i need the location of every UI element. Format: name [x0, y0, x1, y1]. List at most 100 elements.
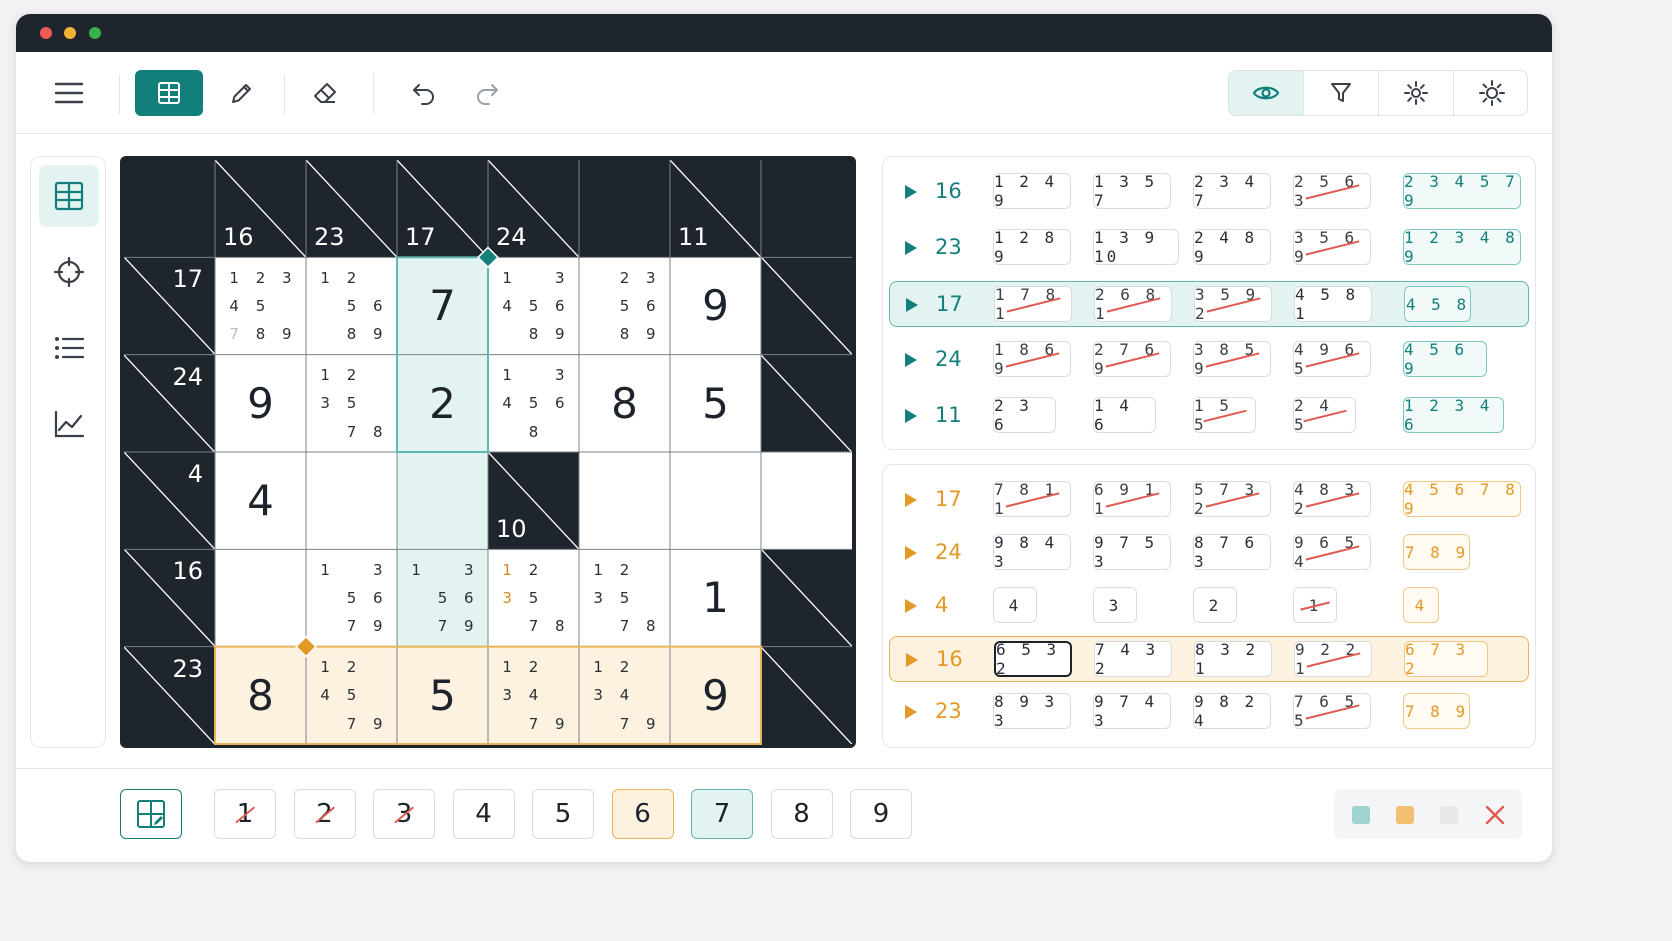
combination-chip[interactable]: 4 8 3 2	[1293, 481, 1371, 517]
combination-chip[interactable]: 1	[1293, 587, 1337, 623]
board-cell[interactable]: 1235 78	[488, 549, 579, 647]
menu-button[interactable]	[35, 70, 103, 116]
play-icon[interactable]	[906, 653, 918, 667]
number-key-7[interactable]: 7	[691, 789, 753, 839]
board-cell[interactable]: 8	[215, 646, 306, 744]
eraser-button[interactable]	[291, 70, 359, 116]
sidebar-target-button[interactable]	[39, 241, 99, 303]
board-cell[interactable]	[670, 452, 761, 550]
combination-chip[interactable]: 2 4 5	[1293, 397, 1356, 433]
board-cell[interactable]: 1234 79	[579, 646, 670, 744]
number-key-1[interactable]: 1	[214, 789, 276, 839]
combination-row[interactable]: 4 4 3 2 1 4	[889, 583, 1529, 629]
board-cell[interactable]: 1 3 45689	[488, 257, 579, 355]
combination-chip[interactable]: 9 8 4 3	[993, 534, 1071, 570]
undo-button[interactable]	[390, 70, 458, 116]
combination-chip[interactable]: 4 5 8 1	[1294, 286, 1372, 322]
combination-chip[interactable]: 2 3 4 7	[1193, 173, 1271, 209]
combination-chip[interactable]: 9 6 5 4	[1293, 534, 1371, 570]
board-cell[interactable]	[579, 452, 670, 550]
combination-chip[interactable]: 3	[1093, 587, 1137, 623]
play-icon[interactable]	[905, 241, 917, 255]
notes-mode-button[interactable]	[120, 789, 182, 839]
combination-chip[interactable]: 3 5 9 2	[1194, 286, 1272, 322]
combination-chip[interactable]: 1 8 6 9	[993, 341, 1071, 377]
combination-chip[interactable]: 4 9 6 5	[1293, 341, 1371, 377]
close-icon[interactable]	[1484, 804, 1506, 826]
play-icon[interactable]	[905, 546, 917, 560]
board-cell[interactable]: 4	[215, 452, 306, 550]
combination-chip[interactable]: 1 2 8 9	[993, 229, 1071, 265]
number-key-5[interactable]: 5	[532, 789, 594, 839]
board-cell[interactable]: 1245 79	[306, 646, 397, 744]
combination-chip[interactable]: 2 3 6	[993, 397, 1056, 433]
board-cell[interactable]: 235689	[579, 257, 670, 355]
board-cell[interactable]: 1235 78	[579, 549, 670, 647]
maximize-window-dot[interactable]	[89, 27, 101, 39]
orange-swatch[interactable]	[1396, 806, 1414, 824]
close-window-dot[interactable]	[40, 27, 52, 39]
combination-row[interactable]: 16 1 2 4 9 1 3 5 7 2 3 4 7 2 5 6 3 2 3 4 5 7 …	[889, 169, 1529, 215]
play-icon[interactable]	[905, 493, 917, 507]
combination-row[interactable]: 17 7 8 1 1 6 9 1 1 5 7 3 2 4 8 3 2 4 5 6 7 8 …	[889, 477, 1529, 523]
combination-chip[interactable]: 1 3 9 10	[1093, 229, 1179, 265]
board-cell[interactable]	[215, 549, 306, 647]
combination-chip[interactable]: 2 7 6 9	[1093, 341, 1171, 377]
play-icon[interactable]	[905, 353, 917, 367]
combination-row[interactable]: 23 8 9 3 3 9 7 4 3 9 8 2 4 7 6 5 5 7 8 9	[889, 689, 1529, 735]
combination-chip[interactable]: 6 5 3 2	[994, 641, 1072, 677]
combination-row[interactable]: 24 9 8 4 3 9 7 5 3 8 7 6 3 9 6 5 4 7 8 9	[889, 530, 1529, 576]
combination-chip[interactable]: 1 2 4 9	[993, 173, 1071, 209]
board-cell[interactable]: 7	[397, 257, 488, 355]
combination-row[interactable]: 17 1 7 8 1 2 6 8 1 3 5 9 2 4 5 8 1 4 5 8	[889, 281, 1529, 327]
combination-chip[interactable]: 7 6 5 5	[1293, 693, 1371, 729]
board-cell[interactable]: 1 35679	[306, 549, 397, 647]
combination-chip[interactable]: 1 5 5	[1193, 397, 1256, 433]
play-icon[interactable]	[905, 185, 917, 199]
combination-chip[interactable]: 9 8 2 4	[1193, 693, 1271, 729]
combination-row[interactable]: 16 6 5 3 2 7 4 3 2 8 3 2 1 9 2 2 1 6 7 3 2	[889, 636, 1529, 682]
board-cell[interactable]: 1235 78	[306, 354, 397, 452]
sidebar-board-button[interactable]	[39, 165, 99, 227]
board-cell[interactable]: 5	[397, 646, 488, 744]
combination-chip[interactable]: 8 9 3 3	[993, 693, 1071, 729]
pencil-button[interactable]	[208, 70, 276, 116]
board-cell[interactable]	[761, 452, 852, 550]
number-key-4[interactable]: 4	[452, 789, 515, 839]
sidebar-stats-button[interactable]	[39, 393, 99, 455]
combination-row[interactable]: 24 1 8 6 9 2 7 6 9 3 8 5 9 4 9 6 5 4 5 6 9	[889, 337, 1529, 383]
combination-row[interactable]: 23 1 2 8 9 1 3 9 10 2 4 8 9 3 5 6 9 1 2 3 4 8…	[889, 225, 1529, 271]
number-key-2[interactable]: 2	[293, 789, 356, 839]
board-cell[interactable]: 9	[670, 646, 761, 744]
number-key-3[interactable]: 3	[373, 789, 435, 839]
combination-chip[interactable]: 7 4 3 2	[1094, 641, 1172, 677]
settings-button[interactable]	[1379, 71, 1454, 115]
combination-chip[interactable]: 2	[1193, 587, 1237, 623]
combination-chip[interactable]: 3 8 5 9	[1193, 341, 1271, 377]
board-cell[interactable]	[397, 452, 488, 550]
play-icon[interactable]	[905, 599, 917, 613]
redo-button[interactable]	[453, 70, 521, 116]
grid-mode-button[interactable]	[135, 70, 203, 116]
board-cell[interactable]	[306, 452, 397, 550]
theme-button[interactable]	[1454, 71, 1527, 115]
board-cell[interactable]: 1 35679	[397, 549, 488, 647]
board-cell[interactable]: 1 3 4568	[488, 354, 579, 452]
board-cell[interactable]: 9	[670, 257, 761, 355]
combination-chip[interactable]: 9 7 4 3	[1093, 693, 1171, 729]
play-icon[interactable]	[906, 298, 918, 312]
number-key-9[interactable]: 9	[850, 789, 912, 839]
sidebar-list-button[interactable]	[39, 317, 99, 379]
play-icon[interactable]	[905, 409, 917, 423]
play-icon[interactable]	[905, 705, 917, 719]
combination-chip[interactable]: 7 8 1 1	[993, 481, 1071, 517]
combination-chip[interactable]: 1 3 5 7	[1093, 173, 1171, 209]
combination-chip[interactable]: 1 4 6	[1093, 397, 1156, 433]
board-cell[interactable]: 8	[579, 354, 670, 452]
combination-chip[interactable]: 5 7 3 2	[1193, 481, 1271, 517]
combination-row[interactable]: 11 2 3 6 1 4 6 1 5 5 2 4 5 1 2 3 4 6	[889, 393, 1529, 439]
board-cell[interactable]: 2	[397, 354, 488, 452]
combination-chip[interactable]: 2 4 8 9	[1193, 229, 1271, 265]
number-key-8[interactable]: 8	[770, 789, 833, 839]
board-cell[interactable]: 1	[670, 549, 761, 647]
